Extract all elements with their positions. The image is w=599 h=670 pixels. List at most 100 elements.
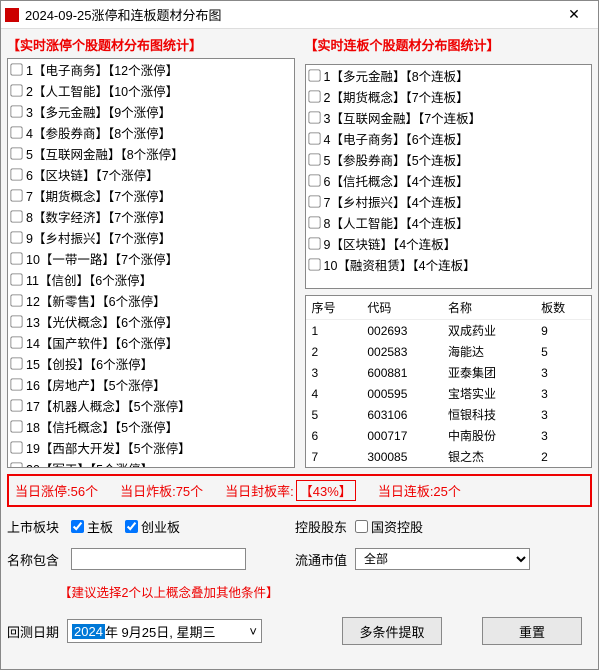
top-section: 【实时涨停个股题材分布图统计】 1【电子商务】【12个涨停】 2【人工智能】【10… xyxy=(7,33,592,468)
main-board-checkbox[interactable]: 主板 xyxy=(71,517,113,536)
item-checkbox[interactable] xyxy=(308,174,320,186)
item-label: 10【一带一路】【7个涨停】 xyxy=(26,249,178,268)
list-item[interactable]: 13【光伏概念】【6个涨停】 xyxy=(8,311,294,332)
list-item[interactable]: 15【创投】【6个涨停】 xyxy=(8,353,294,374)
reset-button[interactable]: 重置 xyxy=(482,617,582,645)
col-header[interactable]: 序号 xyxy=(306,296,362,320)
list-item[interactable]: 6【区块链】【7个涨停】 xyxy=(8,164,294,185)
left-header: 【实时涨停个股题材分布图统计】 xyxy=(7,33,295,58)
list-item[interactable]: 5【互联网金融】【8个涨停】 xyxy=(8,143,294,164)
item-checkbox[interactable] xyxy=(10,252,22,264)
list-item[interactable]: 18【信托概念】【5个涨停】 xyxy=(8,416,294,437)
item-checkbox[interactable] xyxy=(10,210,22,222)
table-row[interactable]: 3600881亚泰集团3 xyxy=(306,362,592,383)
item-checkbox[interactable] xyxy=(10,399,22,411)
item-checkbox[interactable] xyxy=(308,90,320,102)
list-item[interactable]: 2【人工智能】【10个涨停】 xyxy=(8,80,294,101)
table-row[interactable]: 8300561汇金科技2 xyxy=(306,467,592,468)
item-label: 3【多元金融】【9个涨停】 xyxy=(26,102,171,121)
item-checkbox[interactable] xyxy=(10,420,22,432)
item-label: 2【人工智能】【10个涨停】 xyxy=(26,81,178,100)
consecutive-list[interactable]: 1【多元金融】【8个连板】2【期货概念】【7个连板】3【互联网金融】【7个连板】… xyxy=(305,64,593,289)
list-item[interactable]: 9【乡村振兴】【7个涨停】 xyxy=(8,227,294,248)
table-row[interactable]: 6000717中南股份3 xyxy=(306,425,592,446)
list-item[interactable]: 10【一带一路】【7个涨停】 xyxy=(8,248,294,269)
item-checkbox[interactable] xyxy=(10,147,22,159)
list-item[interactable]: 17【机器人概念】【5个涨停】 xyxy=(8,395,294,416)
item-label: 19【西部大开发】【5个涨停】 xyxy=(26,438,191,457)
float-select[interactable]: 全部 xyxy=(355,548,530,570)
item-checkbox[interactable] xyxy=(308,111,320,123)
item-checkbox[interactable] xyxy=(10,357,22,369)
item-checkbox[interactable] xyxy=(308,237,320,249)
list-item[interactable]: 16【房地产】【5个涨停】 xyxy=(8,374,294,395)
list-item[interactable]: 1【电子商务】【12个涨停】 xyxy=(8,59,294,80)
list-item[interactable]: 1【多元金融】【8个连板】 xyxy=(306,65,592,86)
list-item[interactable]: 19【西部大开发】【5个涨停】 xyxy=(8,437,294,458)
item-checkbox[interactable] xyxy=(10,315,22,327)
table-row[interactable]: 7300085银之杰2 xyxy=(306,446,592,467)
list-item[interactable]: 7【期货概念】【7个涨停】 xyxy=(8,185,294,206)
item-checkbox[interactable] xyxy=(10,462,22,468)
state-owned-checkbox[interactable]: 国资控股 xyxy=(355,517,423,536)
table-row[interactable]: 4000595宝塔实业3 xyxy=(306,383,592,404)
list-item[interactable]: 4【参股券商】【8个涨停】 xyxy=(8,122,294,143)
item-checkbox[interactable] xyxy=(10,84,22,96)
list-item[interactable]: 6【信托概念】【4个连板】 xyxy=(306,170,592,191)
item-checkbox[interactable] xyxy=(10,126,22,138)
list-item[interactable]: 5【参股券商】【5个连板】 xyxy=(306,149,592,170)
list-item[interactable]: 3【互联网金融】【7个连板】 xyxy=(306,107,592,128)
col-header[interactable]: 板数 xyxy=(535,296,591,320)
titlebar: 2024-09-25涨停和连板题材分布图 ✕ xyxy=(1,1,598,29)
float-label: 流通市值 xyxy=(295,550,347,569)
item-checkbox[interactable] xyxy=(10,336,22,348)
item-checkbox[interactable] xyxy=(10,378,22,390)
item-checkbox[interactable] xyxy=(10,168,22,180)
list-item[interactable]: 10【融资租赁】【4个连板】 xyxy=(306,254,592,275)
list-item[interactable]: 7【乡村振兴】【4个连板】 xyxy=(306,191,592,212)
item-checkbox[interactable] xyxy=(10,231,22,243)
name-label: 名称包含 xyxy=(7,550,59,569)
item-checkbox[interactable] xyxy=(10,63,22,75)
right-column: 【实时连板个股题材分布图统计】 1【多元金融】【8个连板】2【期货概念】【7个连… xyxy=(305,33,593,468)
item-checkbox[interactable] xyxy=(308,69,320,81)
list-item[interactable]: 3【多元金融】【9个涨停】 xyxy=(8,101,294,122)
list-item[interactable]: 8【数字经济】【7个涨停】 xyxy=(8,206,294,227)
list-item[interactable]: 11【信创】【6个涨停】 xyxy=(8,269,294,290)
list-item[interactable]: 14【国产软件】【6个涨停】 xyxy=(8,332,294,353)
item-label: 1【电子商务】【12个涨停】 xyxy=(26,60,178,79)
item-checkbox[interactable] xyxy=(308,258,320,270)
extract-button[interactable]: 多条件提取 xyxy=(342,617,442,645)
item-checkbox[interactable] xyxy=(10,294,22,306)
item-checkbox[interactable] xyxy=(10,441,22,453)
list-item[interactable]: 9【区块链】【4个连板】 xyxy=(306,233,592,254)
close-icon[interactable]: ✕ xyxy=(554,2,594,28)
list-item[interactable]: 8【人工智能】【4个连板】 xyxy=(306,212,592,233)
item-checkbox[interactable] xyxy=(10,189,22,201)
body: 【实时涨停个股题材分布图统计】 1【电子商务】【12个涨停】 2【人工智能】【10… xyxy=(1,29,598,669)
gem-board-checkbox[interactable]: 创业板 xyxy=(125,517,180,536)
list-item[interactable]: 20【军工】【5个涨停】 xyxy=(8,458,294,468)
table-row[interactable]: 5603106恒银科技3 xyxy=(306,404,592,425)
name-input[interactable] xyxy=(71,548,246,570)
table-row[interactable]: 1002693双成药业9 xyxy=(306,320,592,342)
col-header[interactable]: 名称 xyxy=(442,296,535,320)
item-label: 13【光伏概念】【6个涨停】 xyxy=(26,312,178,331)
table-row[interactable]: 2002583海能达5 xyxy=(306,341,592,362)
item-checkbox[interactable] xyxy=(10,273,22,285)
chevron-down-icon[interactable]: ˅ xyxy=(249,624,257,639)
item-checkbox[interactable] xyxy=(308,153,320,165)
list-item[interactable]: 4【电子商务】【6个连板】 xyxy=(306,128,592,149)
item-checkbox[interactable] xyxy=(308,216,320,228)
item-checkbox[interactable] xyxy=(10,105,22,117)
list-item[interactable]: 2【期货概念】【7个连板】 xyxy=(306,86,592,107)
list-item[interactable]: 12【新零售】【6个涨停】 xyxy=(8,290,294,311)
date-picker[interactable]: 2024 年 9月25日, 星期三 ˅ xyxy=(67,619,262,643)
item-checkbox[interactable] xyxy=(308,195,320,207)
limit-up-list[interactable]: 1【电子商务】【12个涨停】 2【人工智能】【10个涨停】 3【多元金融】【9个涨停… xyxy=(7,58,295,468)
col-header[interactable]: 代码 xyxy=(361,296,442,320)
item-checkbox[interactable] xyxy=(308,132,320,144)
stock-table-box[interactable]: 序号代码名称板数 1002693双成药业92002583海能达53600881亚… xyxy=(305,295,593,468)
item-label: 7【乡村振兴】【4个连板】 xyxy=(324,192,469,211)
hint-text: 【建议选择2个以上概念叠加其他条件】 xyxy=(59,582,592,601)
